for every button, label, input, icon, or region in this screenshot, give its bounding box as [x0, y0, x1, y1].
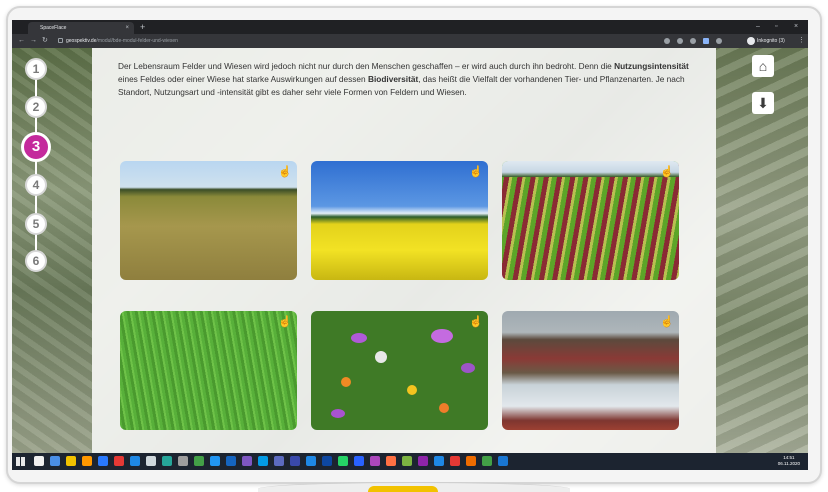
flower-shape [407, 385, 417, 395]
taskbar-clock[interactable]: 14:51 06.11.2020 [778, 455, 800, 467]
address-bar[interactable]: geospektiv.de/modul/bde-modul-felder-und… [66, 34, 178, 48]
hand-pointer-icon: ☝ [469, 166, 483, 178]
taskbar-app-icon[interactable] [498, 456, 508, 466]
forward-arrow-icon[interactable]: → [30, 34, 37, 48]
hand-pointer-icon: ☝ [660, 316, 674, 328]
taskbar-app-icon[interactable] [98, 456, 108, 466]
tab-close-icon[interactable]: × [125, 22, 129, 34]
card-wildflower-meadow[interactable]: ☝ [311, 311, 488, 430]
minimize-button[interactable]: – [756, 21, 760, 33]
flower-shape [331, 409, 345, 418]
intro-text: Der Lebensraum Felder und Wiesen wird je… [118, 60, 708, 99]
taskbar-app-icon[interactable] [258, 456, 268, 466]
url-path: /modul/bde-modul-felder-und-wiesen [96, 38, 178, 44]
card-green-meadow[interactable]: ☝ [120, 311, 297, 430]
extension-icon[interactable] [703, 38, 709, 44]
step-navigation: 1 2 3 4 5 6 [21, 56, 51, 296]
taskbar: 14:51 06.11.2020 [12, 453, 808, 470]
step-4-button[interactable]: 4 [25, 174, 47, 196]
step-6-button[interactable]: 6 [25, 250, 47, 272]
windows-start-icon[interactable] [16, 457, 25, 466]
taskbar-app-icon[interactable] [402, 456, 412, 466]
intro-text-part-2: eines Feldes oder einer Wiese hat starke… [118, 74, 368, 84]
taskbar-app-icon[interactable] [386, 456, 396, 466]
incognito-avatar-icon[interactable] [747, 37, 755, 45]
new-tab-button[interactable]: + [140, 21, 145, 33]
intro-bold-nutzungsintensitaet: Nutzungsintensität [614, 61, 689, 71]
scroll-down-button[interactable]: ⬇ [752, 92, 774, 114]
profile-label[interactable]: Inkognito (3) [757, 34, 785, 48]
lock-icon [58, 38, 63, 43]
hand-pointer-icon: ☝ [660, 166, 674, 178]
flower-shape [341, 377, 351, 387]
hand-pointer-icon: ☝ [278, 166, 292, 178]
taskbar-app-icon[interactable] [274, 456, 284, 466]
tab-title: SpaceFlace [40, 25, 67, 31]
step-5-button[interactable]: 5 [25, 213, 47, 235]
search-icon[interactable] [664, 38, 670, 44]
taskbar-app-icon[interactable] [114, 456, 124, 466]
flower-shape [375, 351, 387, 363]
intro-text-part-1: Der Lebensraum Felder und Wiesen wird je… [118, 61, 615, 71]
taskbar-app-icon[interactable] [162, 456, 172, 466]
taskbar-app-icon[interactable] [82, 456, 92, 466]
taskbar-app-icon[interactable] [50, 456, 60, 466]
toolbar-icons [664, 34, 722, 48]
taskbar-app-icon[interactable] [210, 456, 220, 466]
monitor-stand-accent [368, 486, 438, 492]
taskbar-app-icon[interactable] [466, 456, 476, 466]
menu-dots-icon[interactable]: ⋮ [798, 34, 805, 48]
step-3-button[interactable]: 3 [21, 132, 51, 162]
taskbar-app-icon[interactable] [290, 456, 300, 466]
url-host: geospektiv.de [66, 38, 97, 44]
hand-pointer-icon: ☝ [469, 316, 483, 328]
taskbar-app-icon[interactable] [450, 456, 460, 466]
close-window-button[interactable]: × [794, 21, 798, 33]
arrow-down-circle-icon: ⬇ [757, 95, 769, 111]
taskbar-app-icon[interactable] [418, 456, 428, 466]
taskbar-app-icon[interactable] [322, 456, 332, 466]
step-2-button[interactable]: 2 [25, 96, 47, 118]
key-icon[interactable] [677, 38, 683, 44]
browser-tab[interactable]: SpaceFlace × [28, 22, 134, 34]
card-lettuce-rows[interactable]: ☝ [502, 161, 679, 280]
taskbar-app-icon[interactable] [34, 456, 44, 466]
taskbar-app-icon[interactable] [338, 456, 348, 466]
home-button[interactable]: ⌂ [752, 55, 774, 77]
clock-date: 06.11.2020 [777, 461, 800, 466]
home-icon: ⌂ [758, 58, 768, 74]
taskbar-app-icon[interactable] [226, 456, 236, 466]
taskbar-app-icon[interactable] [482, 456, 492, 466]
step-1-button[interactable]: 1 [25, 58, 47, 80]
card-wetland-meadow[interactable]: ☝ [502, 311, 679, 430]
hand-pointer-icon: ☝ [278, 316, 292, 328]
intro-bold-biodiversitaet: Biodiversität [367, 74, 419, 84]
taskbar-app-icon[interactable] [370, 456, 380, 466]
taskbar-app-icon[interactable] [242, 456, 252, 466]
flower-shape [351, 333, 367, 343]
taskbar-app-icon[interactable] [354, 456, 364, 466]
reload-icon[interactable]: ↻ [42, 34, 48, 48]
star-icon[interactable] [690, 38, 696, 44]
web-page: 1 2 3 4 5 6 ⌂ ⬇ Der Lebensraum Felder un… [12, 48, 808, 453]
screen: SpaceFlace × + – ▫ × ← → ↻ geospektiv.de… [12, 20, 808, 470]
taskbar-app-icon[interactable] [194, 456, 204, 466]
taskbar-app-icon[interactable] [178, 456, 188, 466]
taskbar-app-icon[interactable] [66, 456, 76, 466]
browser-toolbar: ← → ↻ geospektiv.de/modul/bde-modul-feld… [12, 34, 808, 48]
browser-tab-bar: SpaceFlace × + – ▫ × [12, 20, 808, 34]
puzzle-icon[interactable] [716, 38, 722, 44]
maximize-button[interactable]: ▫ [775, 21, 777, 33]
taskbar-app-icon[interactable] [306, 456, 316, 466]
card-rapeseed-field[interactable]: ☝ [311, 161, 488, 280]
taskbar-app-icon[interactable] [146, 456, 156, 466]
back-arrow-icon[interactable]: ← [18, 34, 25, 48]
flower-shape [431, 329, 453, 343]
taskbar-app-icon[interactable] [130, 456, 140, 466]
card-wheat-field[interactable]: ☝ [120, 161, 297, 280]
flower-shape [461, 363, 475, 373]
flower-shape [439, 403, 449, 413]
taskbar-app-icon[interactable] [434, 456, 444, 466]
taskbar-apps [34, 456, 508, 467]
